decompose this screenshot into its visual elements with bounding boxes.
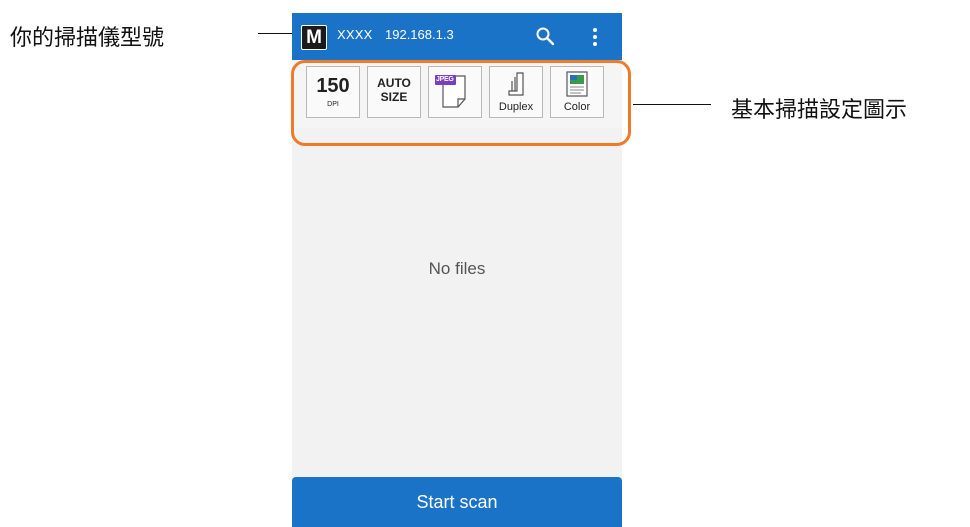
annotation-settings-label: 基本掃描設定圖示	[731, 98, 908, 123]
annotation-model-label: 你的掃描儀型號	[10, 26, 165, 51]
scanner-model: XXXX	[337, 27, 373, 42]
annotation-settings-line	[633, 104, 711, 105]
search-icon[interactable]	[535, 26, 555, 46]
brand-logo: M	[301, 25, 327, 50]
app-bar: M XXXX 192.168.1.3	[292, 13, 622, 60]
empty-file-list-message: No files	[428, 259, 486, 278]
scanner-ip: 192.168.1.3	[385, 27, 454, 42]
settings-highlight-box	[291, 60, 631, 146]
more-vert-icon[interactable]	[590, 26, 600, 48]
start-scan-button[interactable]: Start scan	[292, 477, 622, 527]
